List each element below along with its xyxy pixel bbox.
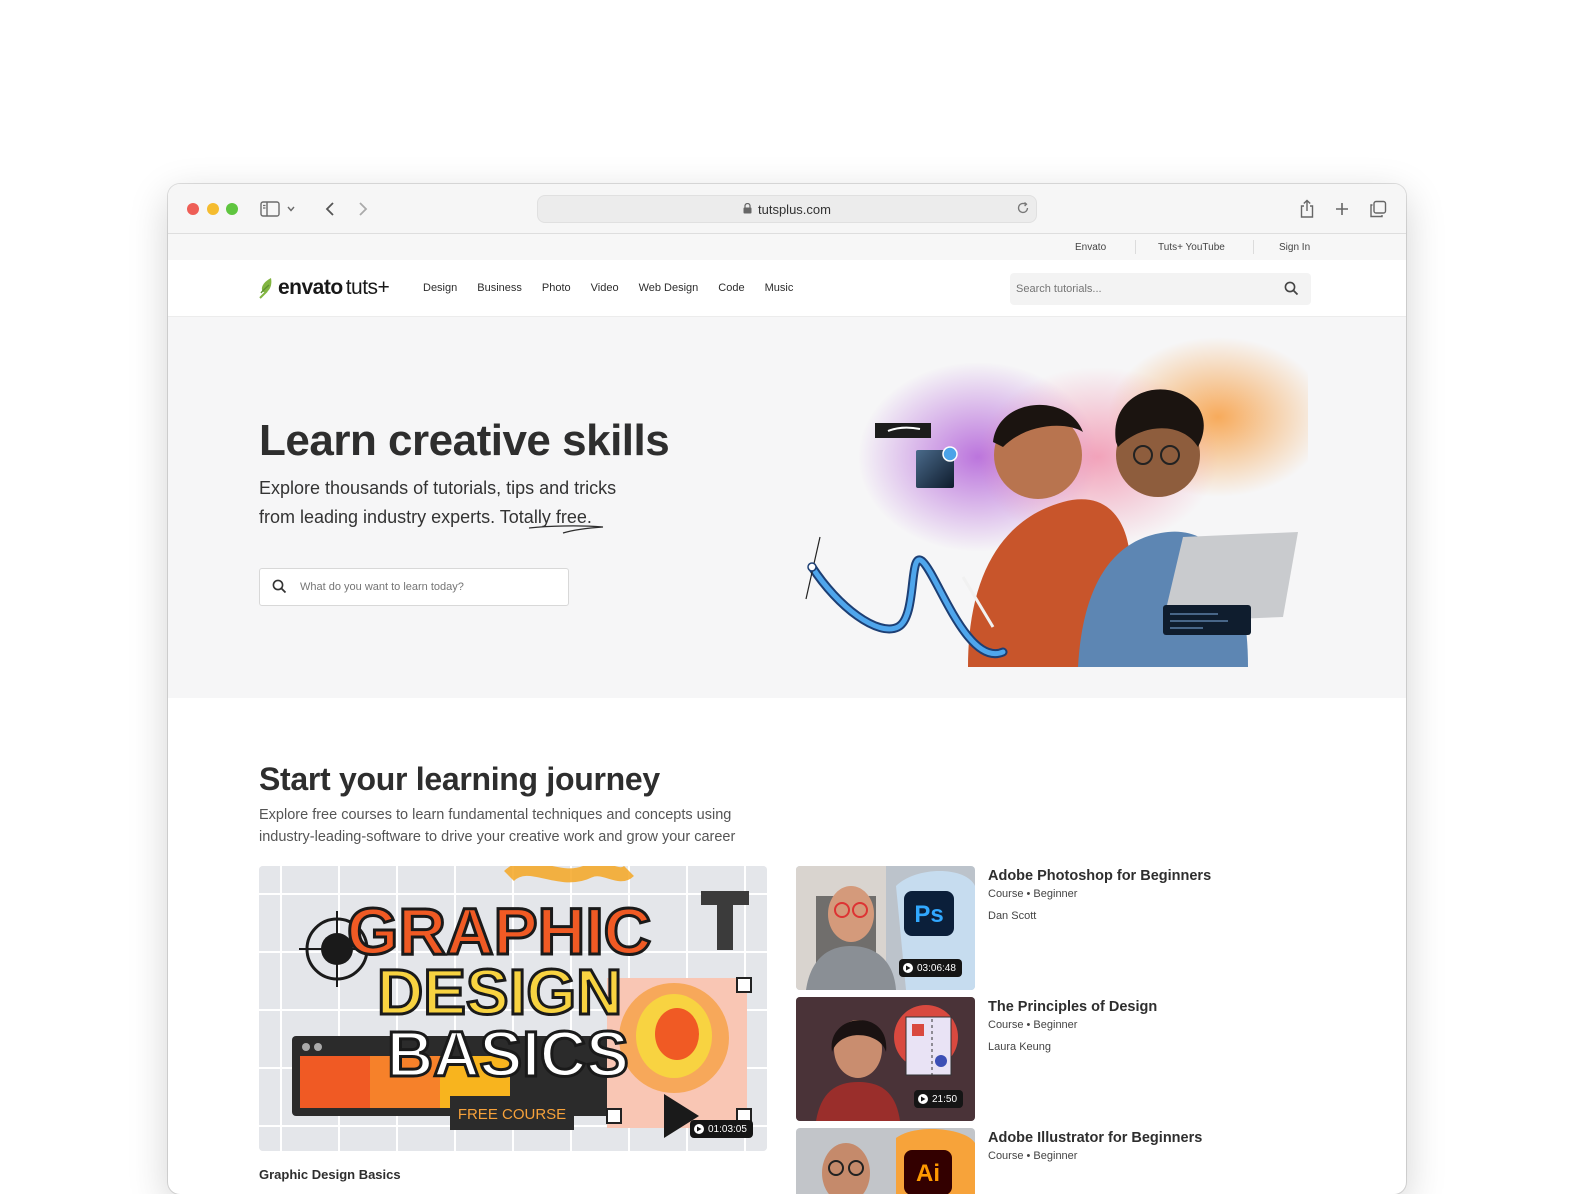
featured-course-thumbnail[interactable]: GRAPHIC DESIGN BASICS FREE COURSE 01:03:…	[259, 866, 767, 1151]
course-title[interactable]: Adobe Photoshop for Beginners	[988, 868, 1211, 884]
course-meta: Course • Beginner	[988, 1150, 1078, 1162]
logo-brand-text: envato	[278, 276, 343, 299]
journey-description: Explore free courses to learn fundamenta…	[259, 807, 736, 845]
divider	[1135, 240, 1136, 254]
hero-search	[259, 568, 569, 606]
underline-squiggle	[528, 525, 604, 534]
leaf-icon	[259, 278, 272, 299]
zoom-window-button[interactable]	[226, 203, 238, 215]
featured-course-title[interactable]: Graphic Design Basics	[259, 1167, 401, 1182]
new-tab-plus-icon[interactable]	[1330, 197, 1354, 221]
main-navigation: envato tuts+ Design Business Photo Video…	[168, 260, 1406, 317]
nav-item-video[interactable]: Video	[591, 282, 619, 294]
course-card[interactable]: Ps 03:06:48 Adobe Photoshop for Beginner…	[796, 866, 1316, 990]
hero-title: Learn creative skills	[259, 416, 670, 465]
logo-product-text: tuts+	[345, 276, 390, 299]
tuts-youtube-link[interactable]: Tuts+ YouTube	[1158, 242, 1225, 253]
category-menu: Design Business Photo Video Web Design C…	[423, 282, 813, 294]
header-search-input[interactable]	[1016, 280, 1266, 298]
course-author: Dan Scott	[988, 910, 1037, 922]
photoshop-app-icon: Ps	[914, 901, 943, 928]
share-icon[interactable]	[1295, 197, 1319, 221]
hero-search-input[interactable]	[300, 579, 550, 595]
course-thumbnail[interactable]: 21:50	[796, 997, 975, 1121]
thumb-line3: BASICS	[387, 1018, 629, 1090]
nav-item-code[interactable]: Code	[718, 282, 744, 294]
journey-title: Start your learning journey	[259, 761, 660, 797]
reload-icon[interactable]	[1016, 201, 1030, 218]
course-meta: Course • Beginner	[988, 1019, 1078, 1031]
close-window-button[interactable]	[187, 203, 199, 215]
envato-tuts-logo[interactable]: envato tuts+	[259, 276, 390, 300]
search-icon[interactable]	[272, 579, 287, 599]
nav-item-web-design[interactable]: Web Design	[639, 282, 699, 294]
course-card[interactable]: 21:50 The Principles of Design Course • …	[796, 997, 1316, 1121]
hero-subtitle-line2: from leading industry experts.	[259, 507, 496, 527]
course-title[interactable]: Adobe Illustrator for Beginners	[988, 1130, 1202, 1146]
browser-window: tutsplus.com Envato Tuts+ YouTube Sign I…	[168, 184, 1406, 1194]
browser-toolbar: tutsplus.com	[168, 184, 1406, 234]
course-author: Laura Keung	[988, 1041, 1051, 1053]
back-arrow-icon[interactable]	[318, 197, 342, 221]
illustrator-app-icon: Ai	[916, 1160, 940, 1187]
address-bar[interactable]: tutsplus.com	[537, 195, 1037, 223]
play-icon	[918, 1094, 928, 1104]
divider	[1253, 240, 1254, 254]
nav-item-photo[interactable]: Photo	[542, 282, 571, 294]
utility-bar: Envato Tuts+ YouTube Sign In	[168, 234, 1406, 260]
duration-badge: 21:50	[914, 1090, 964, 1108]
course-meta: Course • Beginner	[988, 888, 1078, 900]
sidebar-toggle-icon[interactable]	[258, 197, 282, 221]
play-icon	[903, 963, 913, 973]
duration-badge: 03:06:48	[899, 959, 962, 977]
free-course-badge: FREE COURSE	[458, 1106, 566, 1123]
lock-icon	[743, 202, 752, 217]
duration-text: 21:50	[932, 1093, 958, 1105]
graphic-design-basics-artwork: GRAPHIC DESIGN BASICS FREE COURSE	[259, 866, 767, 1151]
search-icon[interactable]	[1284, 281, 1299, 301]
play-icon	[694, 1124, 704, 1134]
url-text: tutsplus.com	[758, 201, 831, 217]
forward-arrow-icon[interactable]	[351, 197, 375, 221]
header-search	[1010, 273, 1311, 305]
envato-link[interactable]: Envato	[1075, 242, 1106, 253]
course-thumbnail[interactable]: Ps 03:06:48	[796, 866, 975, 990]
hero-subtitle: Explore thousands of tutorials, tips and…	[259, 474, 679, 532]
duration-text: 03:06:48	[917, 962, 956, 974]
course-thumbnail[interactable]: Ai	[796, 1128, 975, 1194]
course-card[interactable]: Ai Adobe Illustrator for Beginners Cours…	[796, 1128, 1316, 1194]
chevron-down-icon[interactable]	[284, 197, 298, 221]
duration-badge: 01:03:05	[690, 1120, 753, 1138]
nav-item-music[interactable]: Music	[765, 282, 794, 294]
hero-section: Learn creative skills Explore thousands …	[168, 317, 1406, 698]
nav-item-business[interactable]: Business	[477, 282, 522, 294]
nav-item-design[interactable]: Design	[423, 282, 457, 294]
minimize-window-button[interactable]	[207, 203, 219, 215]
sign-in-link[interactable]: Sign In	[1279, 242, 1310, 253]
hero-illustration	[805, 337, 1308, 667]
duration-text: 01:03:05	[708, 1123, 747, 1135]
hero-subtitle-line1: Explore thousands of tutorials, tips and…	[259, 478, 617, 498]
course-title[interactable]: The Principles of Design	[988, 999, 1157, 1015]
tab-overview-icon[interactable]	[1366, 197, 1390, 221]
